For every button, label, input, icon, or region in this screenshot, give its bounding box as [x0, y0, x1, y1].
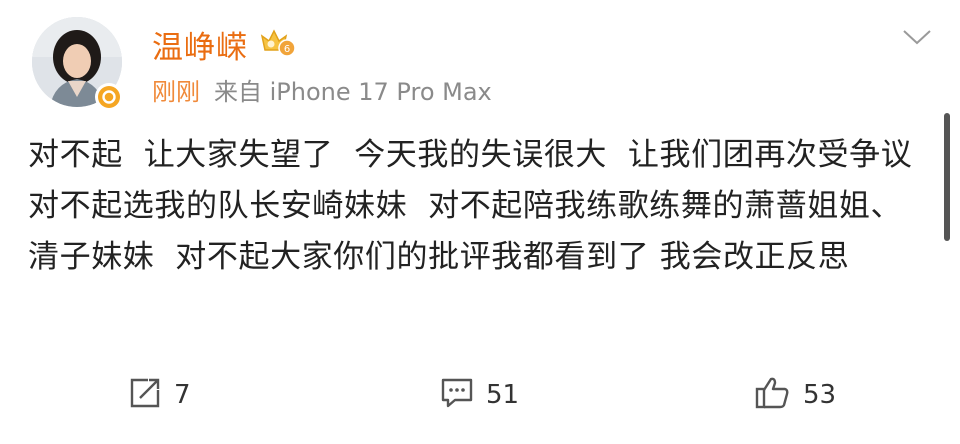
post-meta: 刚刚 来自 iPhone 17 Pro Max: [152, 72, 492, 107]
comment-icon: [440, 376, 474, 414]
username[interactable]: 温峥嵘: [152, 22, 248, 67]
vip-level-badge-icon[interactable]: 6: [258, 26, 298, 62]
weibo-post: 温峥嵘 6 刚刚 来自 iPhone 17 Pro Max 对不起 让大家失望了 …: [0, 0, 960, 444]
thumbs-up-icon: [755, 376, 791, 414]
post-source[interactable]: 来自 iPhone 17 Pro Max: [214, 78, 492, 106]
comment-count: 51: [486, 380, 520, 410]
repost-button[interactable]: 7: [128, 366, 191, 424]
like-count: 53: [803, 380, 837, 410]
chevron-down-icon[interactable]: [902, 28, 932, 50]
repost-icon: [128, 376, 162, 414]
like-button[interactable]: 53: [755, 366, 836, 424]
action-bar: 7 51 53: [0, 366, 960, 424]
post-text: 对不起 让大家失望了 今天我的失误很大 让我们团再次受争议 对不起选我的队长安崎…: [28, 137, 934, 275]
verified-badge-icon: [95, 83, 123, 111]
scrollbar[interactable]: [944, 113, 950, 241]
repost-count: 7: [174, 380, 191, 410]
post-time: 刚刚: [152, 78, 200, 106]
comment-button[interactable]: 51: [440, 366, 519, 424]
svg-text:6: 6: [284, 44, 290, 55]
